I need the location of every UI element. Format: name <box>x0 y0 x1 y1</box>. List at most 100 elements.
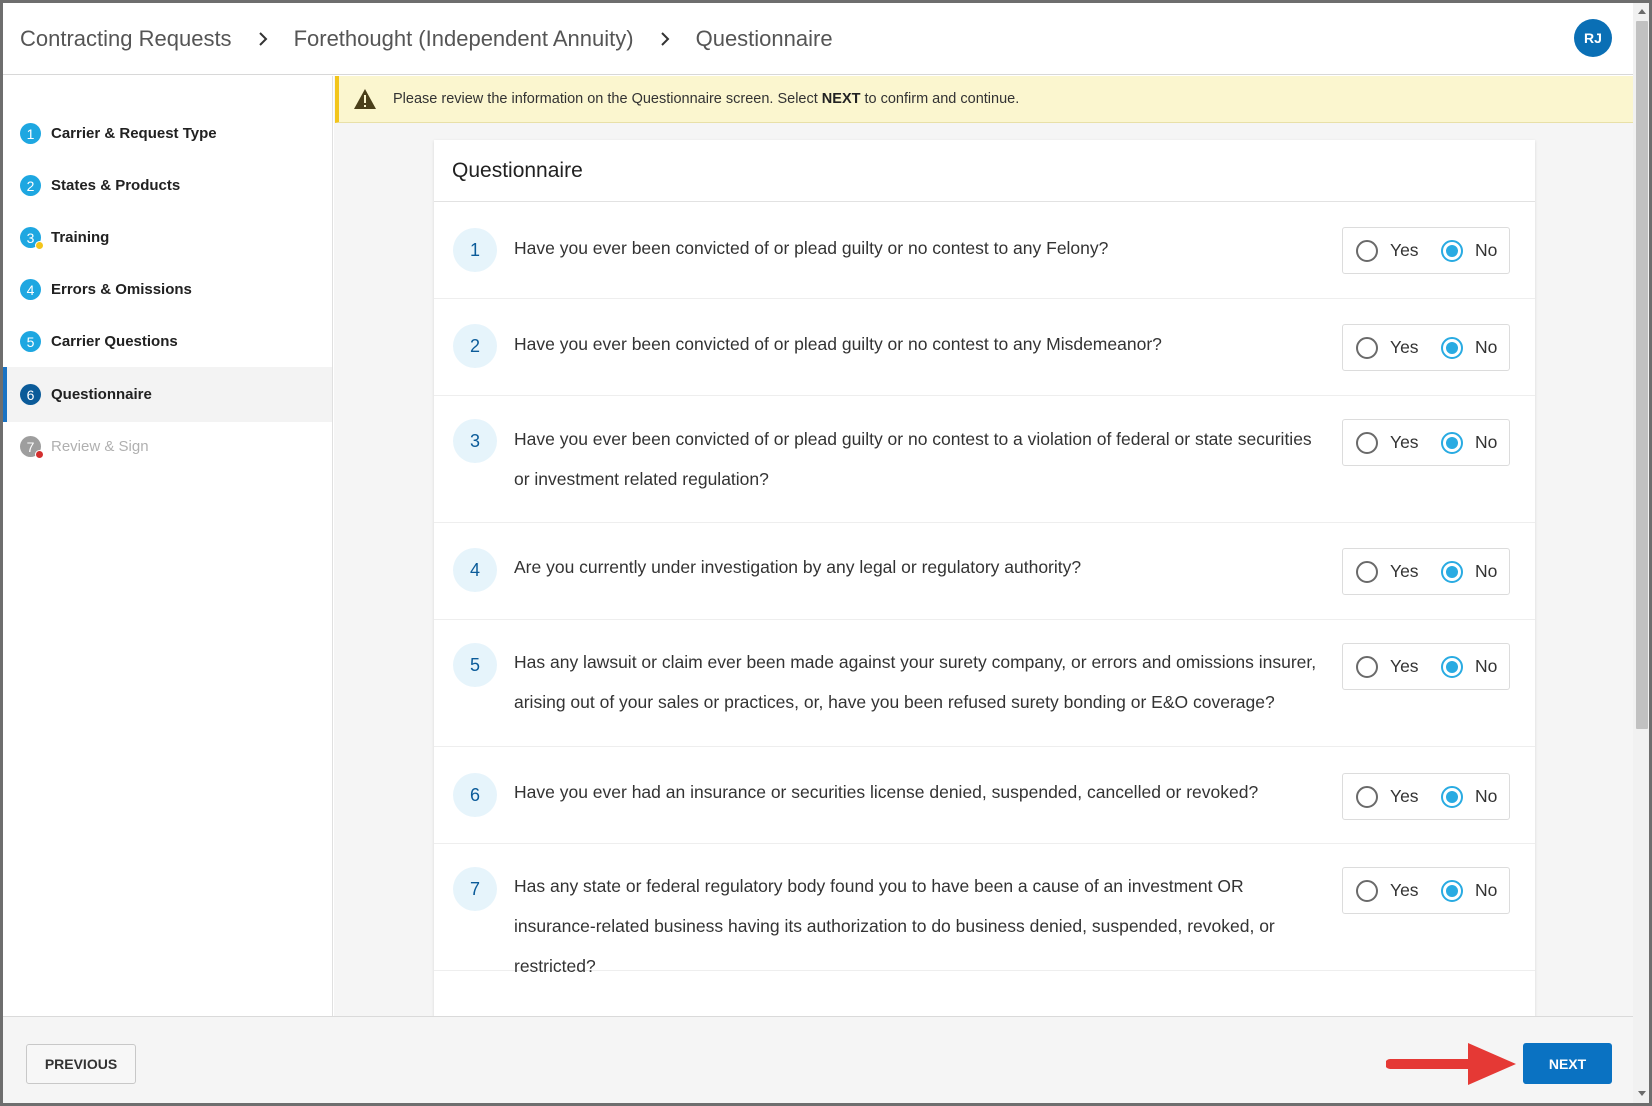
question-number-badge: 7 <box>453 867 497 911</box>
sidebar-step-carrier-questions[interactable]: 5 Carrier Questions <box>3 314 332 369</box>
question-text: Have you ever been convicted of or plead… <box>514 238 1109 258</box>
step-number-badge: 5 <box>20 331 41 352</box>
radio-circle-icon[interactable] <box>1356 785 1378 808</box>
question-row: 6 Have you ever had an insurance or secu… <box>434 748 1535 844</box>
page-footer: PREVIOUS NEXT <box>3 1016 1633 1103</box>
sidebar-step-carrier-request-type[interactable]: 1 Carrier & Request Type <box>3 106 332 161</box>
radio-label: Yes <box>1390 880 1419 900</box>
yes-no-radio-group: Yes No <box>1342 548 1510 595</box>
app-window: Contracting Requests Forethought (Indepe… <box>0 0 1652 1106</box>
alert-text-part: to confirm and continue. <box>860 91 1020 107</box>
breadcrumb-current-page: Questionnaire <box>695 25 833 51</box>
scroll-down-arrow-icon[interactable] <box>1638 1091 1646 1096</box>
radio-yes[interactable]: Yes <box>1356 228 1419 273</box>
radio-no[interactable]: No <box>1441 228 1497 273</box>
next-button[interactable]: NEXT <box>1523 1043 1612 1084</box>
radio-circle-icon[interactable] <box>1356 655 1378 678</box>
sidebar-step-label: Review & Sign <box>51 438 149 455</box>
radio-no[interactable]: No <box>1441 774 1497 819</box>
radio-circle-icon[interactable] <box>1356 879 1378 902</box>
question-number-badge: 1 <box>453 228 497 272</box>
radio-circle-checked-icon[interactable] <box>1441 431 1463 454</box>
radio-yes[interactable]: Yes <box>1356 868 1419 913</box>
question-number-badge: 4 <box>453 548 497 592</box>
user-avatar[interactable]: RJ <box>1574 19 1612 57</box>
question-row: 2 Have you ever been convicted of or ple… <box>434 300 1535 396</box>
step-number-badge: 7 <box>20 436 44 459</box>
radio-circle-checked-icon[interactable] <box>1441 336 1463 359</box>
annotation-arrow-icon <box>1386 1043 1516 1085</box>
sidebar-step-label: Carrier Questions <box>51 333 178 350</box>
yes-no-radio-group: Yes No <box>1342 773 1510 820</box>
question-row: 3 Have you ever been convicted of or ple… <box>434 397 1535 523</box>
radio-circle-icon[interactable] <box>1356 336 1378 359</box>
question-row: 5 Has any lawsuit or claim ever been mad… <box>434 621 1535 747</box>
step-number-badge: 1 <box>20 123 41 144</box>
page-scrollbar[interactable] <box>1633 3 1649 1103</box>
sidebar-step-review-sign: 7 Review & Sign <box>3 419 332 474</box>
steps-sidebar: 1 Carrier & Request Type 2 States & Prod… <box>3 76 333 1016</box>
alert-message: Please review the information on the Que… <box>393 91 1019 107</box>
chevron-right-icon <box>256 31 270 46</box>
sidebar-step-questionnaire[interactable]: 6 Questionnaire <box>3 367 332 422</box>
previous-button[interactable]: PREVIOUS <box>26 1044 136 1084</box>
yes-no-radio-group: Yes No <box>1342 867 1510 914</box>
radio-label: No <box>1475 561 1498 581</box>
radio-no[interactable]: No <box>1441 549 1497 594</box>
radio-circle-checked-icon[interactable] <box>1441 560 1463 583</box>
scroll-up-arrow-icon[interactable] <box>1638 9 1646 14</box>
radio-label: Yes <box>1390 337 1419 357</box>
warning-status-dot-icon <box>35 241 44 250</box>
radio-label: No <box>1475 240 1498 260</box>
page-header: Contracting Requests Forethought (Indepe… <box>3 3 1633 75</box>
radio-label: No <box>1475 432 1498 452</box>
radio-yes[interactable]: Yes <box>1356 420 1419 465</box>
info-alert-banner: Please review the information on the Que… <box>335 76 1633 123</box>
sidebar-step-errors-omissions[interactable]: 4 Errors & Omissions <box>3 262 332 317</box>
radio-label: Yes <box>1390 432 1419 452</box>
radio-no[interactable]: No <box>1441 420 1497 465</box>
radio-circle-icon[interactable] <box>1356 560 1378 583</box>
radio-yes[interactable]: Yes <box>1356 549 1419 594</box>
radio-yes[interactable]: Yes <box>1356 325 1419 370</box>
radio-no[interactable]: No <box>1441 868 1497 913</box>
question-text: Are you currently under investigation by… <box>514 557 1082 577</box>
breadcrumb-carrier[interactable]: Forethought (Independent Annuity) <box>294 26 634 52</box>
main-content: Please review the information on the Que… <box>334 76 1633 1016</box>
sidebar-step-states-products[interactable]: 2 States & Products <box>3 158 332 213</box>
error-status-dot-icon <box>35 450 44 459</box>
radio-label: No <box>1475 786 1498 806</box>
radio-no[interactable]: No <box>1441 644 1497 689</box>
yes-no-radio-group: Yes No <box>1342 227 1510 274</box>
question-row: 7 Has any state or federal regulatory bo… <box>434 845 1535 976</box>
breadcrumb-contracting-requests[interactable]: Contracting Requests <box>20 26 232 52</box>
warning-triangle-icon <box>353 88 377 110</box>
alert-text-bold: NEXT <box>821 91 861 107</box>
question-number-badge: 3 <box>453 419 497 463</box>
question-text: Has any lawsuit or claim ever been made … <box>514 652 1317 712</box>
question-text: Have you ever had an insurance or securi… <box>514 782 1259 802</box>
question-row: 4 Are you currently under investigation … <box>434 524 1535 620</box>
radio-circle-icon[interactable] <box>1356 239 1378 262</box>
yes-no-radio-group: Yes No <box>1342 419 1510 466</box>
sidebar-step-training[interactable]: 3 Training <box>3 210 332 265</box>
scrollbar-thumb[interactable] <box>1636 21 1648 729</box>
radio-label: Yes <box>1390 786 1419 806</box>
card-title: Questionnaire <box>434 140 1535 202</box>
question-number-badge: 2 <box>453 324 497 368</box>
question-number-badge: 6 <box>453 773 497 817</box>
radio-circle-checked-icon[interactable] <box>1441 655 1463 678</box>
step-number-badge: 6 <box>20 384 41 405</box>
question-text: Have you ever been convicted of or plead… <box>514 429 1312 489</box>
radio-label: No <box>1475 656 1498 676</box>
radio-circle-checked-icon[interactable] <box>1441 879 1463 902</box>
radio-no[interactable]: No <box>1441 325 1497 370</box>
yes-no-radio-group: Yes No <box>1342 324 1510 371</box>
radio-circle-checked-icon[interactable] <box>1441 239 1463 262</box>
radio-circle-checked-icon[interactable] <box>1441 785 1463 808</box>
radio-yes[interactable]: Yes <box>1356 774 1419 819</box>
radio-yes[interactable]: Yes <box>1356 644 1419 689</box>
radio-circle-icon[interactable] <box>1356 431 1378 454</box>
step-number-text: 7 <box>26 438 35 455</box>
chevron-right-icon <box>658 31 672 46</box>
